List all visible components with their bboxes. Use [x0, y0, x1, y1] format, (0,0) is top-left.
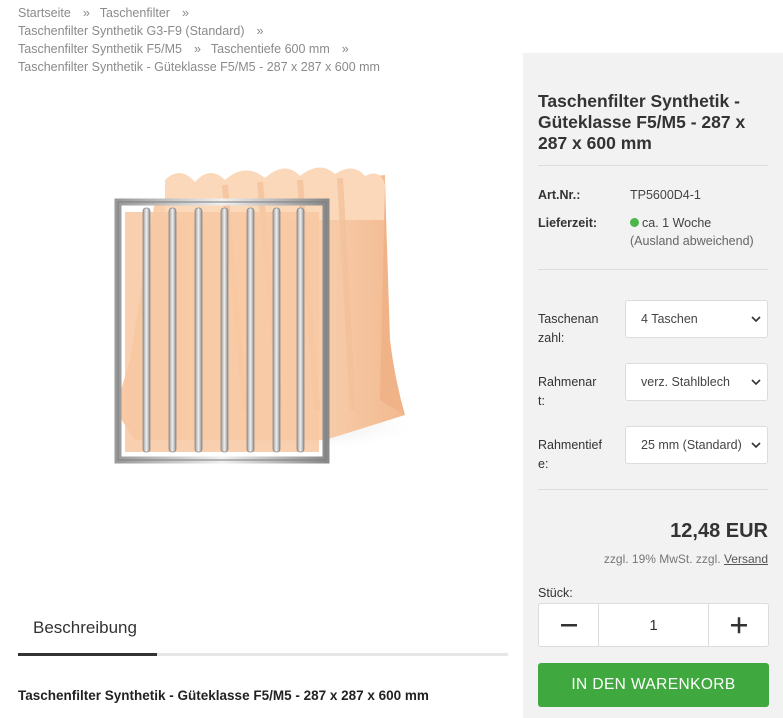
- select-rahmentiefe[interactable]: 25 mm (Standard): [625, 426, 768, 464]
- add-to-cart-button[interactable]: IN DEN WARENKORB: [538, 663, 769, 707]
- divider: [538, 165, 768, 166]
- delivery-info: ca. 1 Woche (Ausland abweichend): [630, 214, 754, 250]
- breadcrumb-link-synthetik-f5-m5[interactable]: Taschenfilter Synthetik F5/M5: [18, 42, 182, 56]
- delivery-value: ca. 1 Woche: [642, 216, 712, 230]
- select-rahmenart[interactable]: verz. Stahlblech: [625, 363, 768, 401]
- breadcrumb-separator: »: [193, 42, 201, 56]
- tax-text: zzgl. 19% MwSt. zzgl.: [603, 552, 721, 566]
- breadcrumb-link-synthetik-g3-f9[interactable]: Taschenfilter Synthetik G3-F9 (Standard): [18, 24, 245, 38]
- divider: [538, 489, 768, 490]
- breadcrumb-separator: »: [341, 42, 349, 56]
- quantity-decrease-button[interactable]: [539, 604, 599, 646]
- chevron-down-icon: [751, 442, 761, 449]
- delivery-status-icon: [630, 218, 639, 227]
- breadcrumb-link-taschentiefe[interactable]: Taschentiefe 600 mm: [211, 42, 330, 56]
- minus-icon: [561, 624, 577, 627]
- quantity-label: Stück:: [538, 586, 573, 600]
- delivery-note: (Ausland abweichend): [630, 234, 754, 248]
- breadcrumb-link-home[interactable]: Startseite: [18, 6, 71, 20]
- quantity-stepper: [538, 603, 769, 647]
- product-tabs: Beschreibung: [18, 608, 508, 658]
- product-price: 12,48 EUR: [670, 520, 768, 542]
- select-value: 25 mm (Standard): [641, 438, 742, 452]
- breadcrumb-current: Taschenfilter Synthetik - Güteklasse F5/…: [18, 60, 380, 74]
- breadcrumb-separator: »: [82, 6, 90, 20]
- breadcrumb-link-taschenfilter[interactable]: Taschenfilter: [100, 6, 170, 20]
- tab-description[interactable]: Beschreibung: [18, 608, 157, 656]
- breadcrumb-separator: »: [256, 24, 264, 38]
- quantity-input[interactable]: [599, 604, 708, 646]
- art-nr-value: TP5600D4-1: [630, 188, 701, 202]
- chevron-down-icon: [751, 316, 761, 323]
- delivery-label: Lieferzeit:: [538, 216, 598, 230]
- product-title: Taschenfilter Synthetik - Güteklasse F5/…: [538, 91, 746, 153]
- bag-filter-illustration: [114, 167, 425, 464]
- product-image[interactable]: [85, 140, 435, 490]
- select-taschenanzahl[interactable]: 4 Taschen: [625, 300, 768, 338]
- plus-icon: [731, 617, 747, 634]
- buy-box: Taschenfilter Synthetik - Güteklasse F5/…: [523, 53, 783, 718]
- option-label-rahmenart: Rahmenart:: [538, 375, 597, 408]
- option-label-taschenanzahl: Taschenanzahl:: [538, 312, 599, 345]
- shipping-link[interactable]: Versand: [724, 552, 768, 566]
- option-label-rahmentiefe: Rahmentiefe:: [538, 438, 602, 471]
- select-value: verz. Stahlblech: [641, 375, 730, 389]
- chevron-down-icon: [751, 379, 761, 386]
- tax-info: zzgl. 19% MwSt. zzgl. Versand: [604, 552, 768, 566]
- description-title: Taschenfilter Synthetik - Güteklasse F5/…: [18, 688, 429, 703]
- breadcrumb: Startseite » Taschenfilter » Taschenfilter …: [18, 4, 518, 76]
- divider: [538, 269, 768, 270]
- art-nr-label: Art.Nr.:: [538, 188, 581, 202]
- quantity-increase-button[interactable]: [708, 604, 768, 646]
- breadcrumb-separator: »: [181, 6, 189, 20]
- select-value: 4 Taschen: [641, 312, 698, 326]
